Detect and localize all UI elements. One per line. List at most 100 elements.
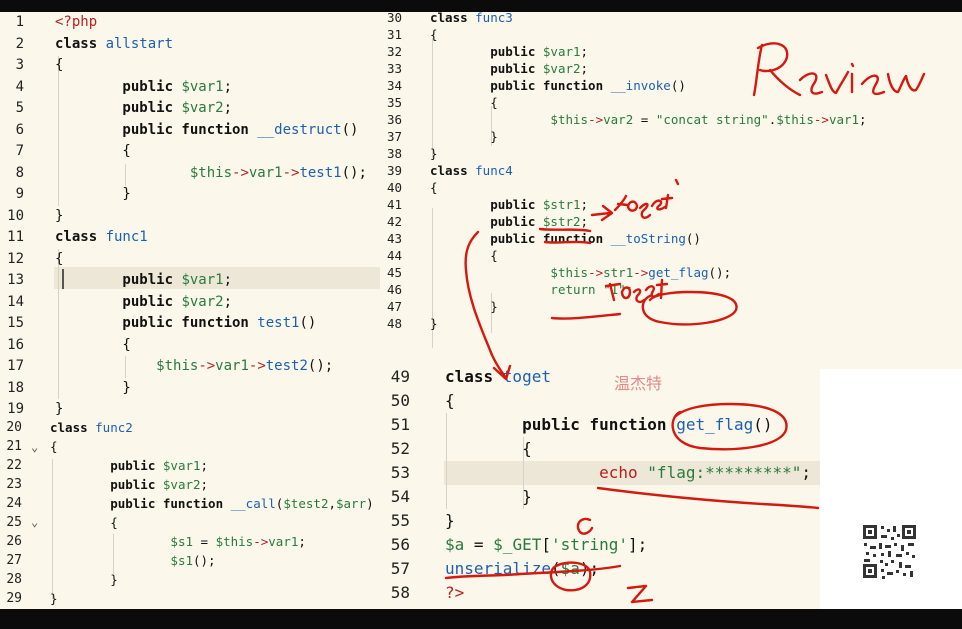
code-line[interactable]: 14 public $var2;: [0, 292, 380, 314]
code-line[interactable]: 50 {: [380, 389, 820, 413]
code-token: __invoke: [610, 78, 671, 93]
code-line[interactable]: 17 $this->var1->test2();: [0, 356, 380, 378]
code-token: class: [430, 163, 476, 178]
code-line[interactable]: 42 public $str2;: [380, 213, 872, 230]
code-line[interactable]: 1 <?php: [0, 12, 380, 34]
code-line[interactable]: 18 }: [0, 378, 380, 400]
code-line[interactable]: 6 public function __destruct(): [0, 120, 380, 142]
code-line[interactable]: 29}: [0, 589, 380, 609]
code-line[interactable]: 36 $this->var2 = "concat string".$this->…: [380, 111, 872, 128]
code-text: public $var2;: [55, 292, 232, 314]
code-text: public function test1(): [55, 313, 316, 335]
code-line[interactable]: 5 public $var2;: [0, 98, 380, 120]
code-token: ;: [298, 534, 306, 549]
code-line[interactable]: 3{: [0, 55, 380, 77]
line-number: 36: [386, 112, 402, 127]
code-line[interactable]: 37 }: [380, 128, 872, 145]
code-token: ;: [200, 458, 209, 473]
code-token: ;: [223, 272, 233, 288]
code-token: }: [55, 186, 131, 202]
code-line[interactable]: 51 public function get_flag(): [380, 413, 820, 437]
code-line[interactable]: 41 public $str1;: [380, 196, 872, 213]
code-line[interactable]: 39 class func4: [380, 162, 872, 179]
code-line[interactable]: 55}: [380, 509, 820, 533]
code-token: }: [50, 591, 58, 606]
code-token: ;: [580, 44, 589, 59]
code-token: public function: [430, 231, 611, 246]
line-number: 31: [386, 27, 402, 42]
watermark-text: 温杰特: [614, 374, 663, 393]
code-line[interactable]: 12 {: [0, 249, 380, 271]
code-token: get_flag: [648, 265, 709, 280]
code-text: }: [50, 570, 118, 589]
code-line[interactable]: 45 $this->str1->get_flag();: [380, 264, 872, 281]
code-line[interactable]: 7 {: [0, 141, 380, 163]
code-token: $var2: [542, 61, 581, 76]
code-token: (: [550, 559, 561, 578]
line-number: 49: [390, 369, 410, 386]
code-token: class: [430, 12, 476, 25]
code-token: class: [50, 420, 96, 435]
code-line[interactable]: 30 class func3: [380, 12, 872, 26]
code-line[interactable]: 49 class toget: [380, 369, 820, 389]
code-line[interactable]: 32 public $var1;: [380, 43, 872, 60]
code-line[interactable]: 44 {: [380, 247, 872, 264]
code-line[interactable]: 15 public function test1(): [0, 313, 380, 335]
code-token: allstart: [105, 35, 174, 52]
code-line[interactable]: 43 public function __toString(): [380, 230, 872, 247]
line-number: 11: [7, 229, 24, 245]
code-line[interactable]: 58 ?>: [380, 581, 820, 605]
code-text: class toget: [445, 369, 551, 389]
code-token: }: [55, 401, 64, 417]
line-number: 28: [6, 572, 22, 587]
code-text: ?>: [445, 581, 464, 605]
code-line[interactable]: 11 class func1: [0, 227, 380, 249]
code-line[interactable]: 31 {: [380, 26, 872, 43]
code-line[interactable]: 48}: [380, 315, 872, 332]
code-token: ;: [580, 61, 589, 76]
line-number: 4: [15, 78, 24, 95]
code-line[interactable]: 46 return "1";: [380, 281, 872, 298]
code-token: =: [193, 534, 216, 549]
code-text: {: [55, 335, 130, 357]
code-text: {: [50, 437, 58, 456]
code-token: __destruct: [257, 121, 342, 138]
code-text: public $str2;: [430, 213, 588, 230]
code-token: public function: [55, 121, 258, 138]
code-text: $this->var1->test2();: [55, 356, 333, 378]
code-text: $s1();: [50, 551, 215, 570]
line-number: 10: [7, 207, 24, 224]
code-line[interactable]: 57 unserialize($a);: [380, 557, 820, 581]
code-line[interactable]: 13 public $var1;: [0, 270, 380, 292]
code-line[interactable]: 16 {: [0, 335, 380, 357]
code-line[interactable]: 52 {: [380, 437, 820, 461]
code-token: test2: [265, 358, 308, 374]
code-line[interactable]: 8 $this->var1->test1();: [0, 163, 380, 185]
code-line[interactable]: 53 echo "flag:*********";: [380, 461, 820, 485]
code-line[interactable]: 47 }: [380, 298, 872, 315]
code-token: class: [55, 35, 106, 52]
code-token: =: [464, 535, 494, 554]
code-token: {: [430, 95, 498, 110]
code-text: public $var2;: [430, 60, 588, 77]
code-line[interactable]: 2 class allstart: [0, 34, 380, 56]
code-line[interactable]: 9 }: [0, 184, 380, 206]
code-text: {: [430, 179, 438, 196]
line-number: 42: [386, 214, 402, 229]
code-line[interactable]: 56 $a = $_GET['string'];: [380, 533, 820, 557]
code-line[interactable]: 38}: [380, 145, 872, 162]
code-line[interactable]: 10}: [0, 206, 380, 228]
code-line[interactable]: 34 public function __invoke(): [380, 77, 872, 94]
code-token: __toString: [610, 231, 686, 246]
code-token: }: [55, 379, 131, 396]
code-token: ;: [580, 197, 589, 212]
line-number: 48: [386, 316, 402, 331]
code-token: ,: [328, 496, 336, 511]
code-line[interactable]: 4 public $var1;: [0, 77, 380, 99]
code-line[interactable]: 54 }: [380, 485, 820, 509]
code-line[interactable]: 40 {: [380, 179, 872, 196]
code-line[interactable]: 35 {: [380, 94, 872, 111]
code-line[interactable]: 33 public $var2;: [380, 60, 872, 77]
